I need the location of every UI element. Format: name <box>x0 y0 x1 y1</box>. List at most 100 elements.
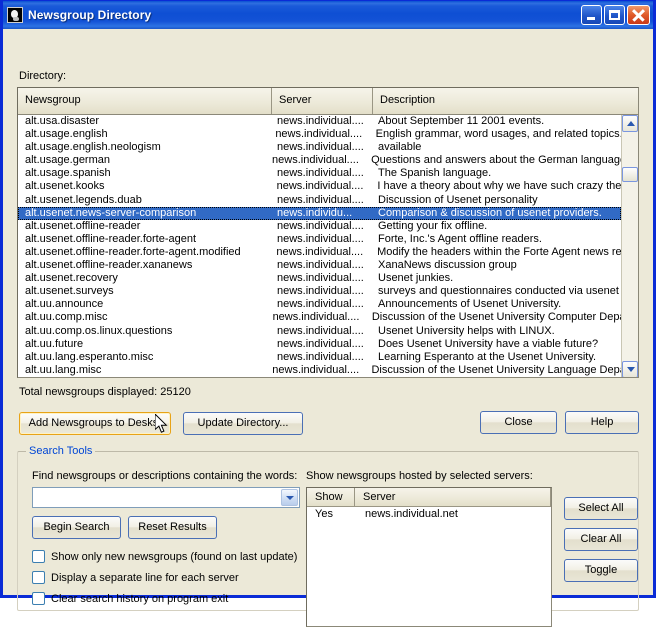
cell-newsgroup: alt.usenet.legends.duab <box>18 194 272 207</box>
checkbox-box[interactable] <box>32 550 45 563</box>
cell-description: I have a theory about why we have such c… <box>372 180 621 193</box>
table-row[interactable]: alt.uu.announcenews.individual....Announ… <box>18 298 621 311</box>
cell-newsgroup: alt.usenet.offline-reader.forte-agent.mo… <box>18 246 271 259</box>
dialog-body: Directory: Newsgroup Server Description … <box>3 29 653 596</box>
add-newsgroups-button[interactable]: Add Newsgroups to Desks. <box>19 412 171 435</box>
cell-server: news.individual.... <box>268 311 367 324</box>
maximize-button[interactable] <box>604 5 625 25</box>
cell-show: Yes <box>307 507 355 522</box>
close-dialog-button[interactable]: Close <box>480 411 557 434</box>
checkbox-box[interactable] <box>32 592 45 605</box>
toggle-button[interactable]: Toggle <box>564 559 638 582</box>
cell-description: Usenet University helps with LINUX. <box>373 325 621 338</box>
cell-description: Modify the headers within the Forte Agen… <box>372 246 621 259</box>
scrollbar-thumb[interactable] <box>622 167 638 182</box>
minimize-button[interactable] <box>581 5 602 25</box>
cell-server: news.individual.... <box>272 351 373 364</box>
table-row[interactable]: alt.usage.spanishnews.individual....The … <box>18 167 621 180</box>
search-combobox[interactable] <box>32 487 300 508</box>
cell-server: news.individual.... <box>270 128 370 141</box>
update-directory-button[interactable]: Update Directory... <box>183 412 303 435</box>
search-input[interactable] <box>33 488 281 507</box>
cell-newsgroup: alt.usenet.kooks <box>18 180 272 193</box>
table-row[interactable]: alt.uu.comp.miscnews.individual....Discu… <box>18 311 621 324</box>
table-row[interactable]: alt.usenet.recoverynews.individual....Us… <box>18 272 621 285</box>
cell-description: Forte, Inc.'s Agent offline readers. <box>373 233 621 246</box>
listview-rows: alt.usa.disasternews.individual....About… <box>18 115 621 377</box>
search-tools-group: Search Tools Find newsgroups or descript… <box>17 451 639 611</box>
cell-newsgroup: alt.uu.lang.misc <box>18 364 267 377</box>
column-header-server[interactable]: Server <box>272 88 373 114</box>
cell-server: news.individual.... <box>272 325 373 338</box>
server-row[interactable]: Yesnews.individual.net <box>307 507 551 522</box>
cell-description: Usenet junkies. <box>373 272 621 285</box>
scroll-up-button[interactable] <box>622 115 638 132</box>
table-row[interactable]: alt.usage.germannews.individual....Quest… <box>18 154 621 167</box>
begin-search-button[interactable]: Begin Search <box>32 516 121 539</box>
cell-newsgroup: alt.usage.english <box>18 128 270 141</box>
table-row[interactable]: alt.uu.comp.os.linux.questionsnews.indiv… <box>18 325 621 338</box>
search-tools-legend: Search Tools <box>26 445 95 457</box>
checkbox-label: Display a separate line for each server <box>51 572 239 584</box>
table-row[interactable]: alt.usage.english.neologismnews.individu… <box>18 141 621 154</box>
table-row[interactable]: alt.usage.englishnews.individual....Engl… <box>18 128 621 141</box>
clear-all-button[interactable]: Clear All <box>564 528 638 551</box>
servers-listview[interactable]: Show Server Yesnews.individual.net <box>306 487 552 627</box>
column-header-newsgroup[interactable]: Newsgroup <box>18 88 272 114</box>
column-header-description[interactable]: Description <box>373 88 638 114</box>
table-row[interactable]: alt.uu.lang.miscnews.individual....Discu… <box>18 364 621 377</box>
column-header-show[interactable]: Show <box>307 488 355 506</box>
table-row[interactable]: alt.usenet.offline-readernews.individual… <box>18 220 621 233</box>
cell-description: The Spanish language. <box>373 167 621 180</box>
checkbox-label: Show only new newsgroups (found on last … <box>51 551 297 563</box>
cell-server: news.individual.... <box>272 285 373 298</box>
table-row[interactable]: alt.usenet.surveysnews.individual....sur… <box>18 285 621 298</box>
table-row[interactable]: alt.usenet.offline-reader.xananewsnews.i… <box>18 259 621 272</box>
cell-server: news.individu... <box>272 207 373 220</box>
cell-newsgroup: alt.uu.comp.misc <box>18 311 268 324</box>
cell-newsgroup: alt.usenet.news-server-comparison <box>18 207 272 220</box>
cell-description: Announcements of Usenet University. <box>373 298 621 311</box>
cell-description: Learning Esperanto at the Usenet Univers… <box>373 351 621 364</box>
cell-server: news.individual.... <box>272 272 373 285</box>
cell-server: news.individual.... <box>272 338 373 351</box>
checkbox-show-only-new[interactable]: Show only new newsgroups (found on last … <box>32 550 297 563</box>
checkbox-clear-history[interactable]: Clear search history on program exit <box>32 592 228 605</box>
cell-newsgroup: alt.usage.german <box>18 154 267 167</box>
cell-newsgroup: alt.usenet.offline-reader.forte-agent <box>18 233 272 246</box>
table-row[interactable]: alt.usenet.legends.duabnews.individual..… <box>18 194 621 207</box>
combobox-dropdown-button[interactable] <box>281 489 298 506</box>
scroll-down-button[interactable] <box>622 361 638 378</box>
cell-newsgroup: alt.uu.lang.esperanto.misc <box>18 351 272 364</box>
directory-label: Directory: <box>19 70 66 82</box>
checkbox-box[interactable] <box>32 571 45 584</box>
cell-newsgroup: alt.usage.english.neologism <box>18 141 272 154</box>
listview-scrollbar[interactable] <box>621 115 638 378</box>
checkbox-separate-line[interactable]: Display a separate line for each server <box>32 571 239 584</box>
cell-description: English grammar, word usages, and relate… <box>371 128 621 141</box>
cell-description: Discussion of the Usenet University Comp… <box>367 311 621 324</box>
newsgroup-listview[interactable]: Newsgroup Server Description alt.usa.dis… <box>17 87 639 378</box>
column-header-server-name[interactable]: Server <box>355 488 551 506</box>
select-all-button[interactable]: Select All <box>564 497 638 520</box>
table-row[interactable]: alt.usenet.kooksnews.individual....I hav… <box>18 180 621 193</box>
table-row[interactable]: alt.usenet.offline-reader.forte-agentnew… <box>18 233 621 246</box>
cell-description: About September 11 2001 events. <box>373 115 621 128</box>
help-button[interactable]: Help <box>565 411 639 434</box>
reset-results-button[interactable]: Reset Results <box>128 516 217 539</box>
table-row[interactable]: alt.usenet.offline-reader.forte-agent.mo… <box>18 246 621 259</box>
cell-newsgroup: alt.uu.comp.os.linux.questions <box>18 325 272 338</box>
cell-server: news.individual.... <box>272 180 373 193</box>
table-row[interactable]: alt.usenet.news-server-comparisonnews.in… <box>18 207 621 220</box>
table-row[interactable]: alt.uu.lang.esperanto.miscnews.individua… <box>18 351 621 364</box>
cell-server: news.individual.... <box>272 167 373 180</box>
find-newsgroups-label: Find newsgroups or descriptions containi… <box>32 470 297 482</box>
cell-server: news.individual.... <box>267 154 366 167</box>
title-bar[interactable]: Newsgroup Directory <box>3 0 653 29</box>
table-row[interactable]: alt.usa.disasternews.individual....About… <box>18 115 621 128</box>
chevron-up-icon <box>627 121 635 126</box>
close-button[interactable] <box>627 5 650 25</box>
maximize-icon <box>609 10 620 20</box>
table-row[interactable]: alt.uu.futurenews.individual....Does Use… <box>18 338 621 351</box>
cell-server: news.individual.... <box>271 246 372 259</box>
